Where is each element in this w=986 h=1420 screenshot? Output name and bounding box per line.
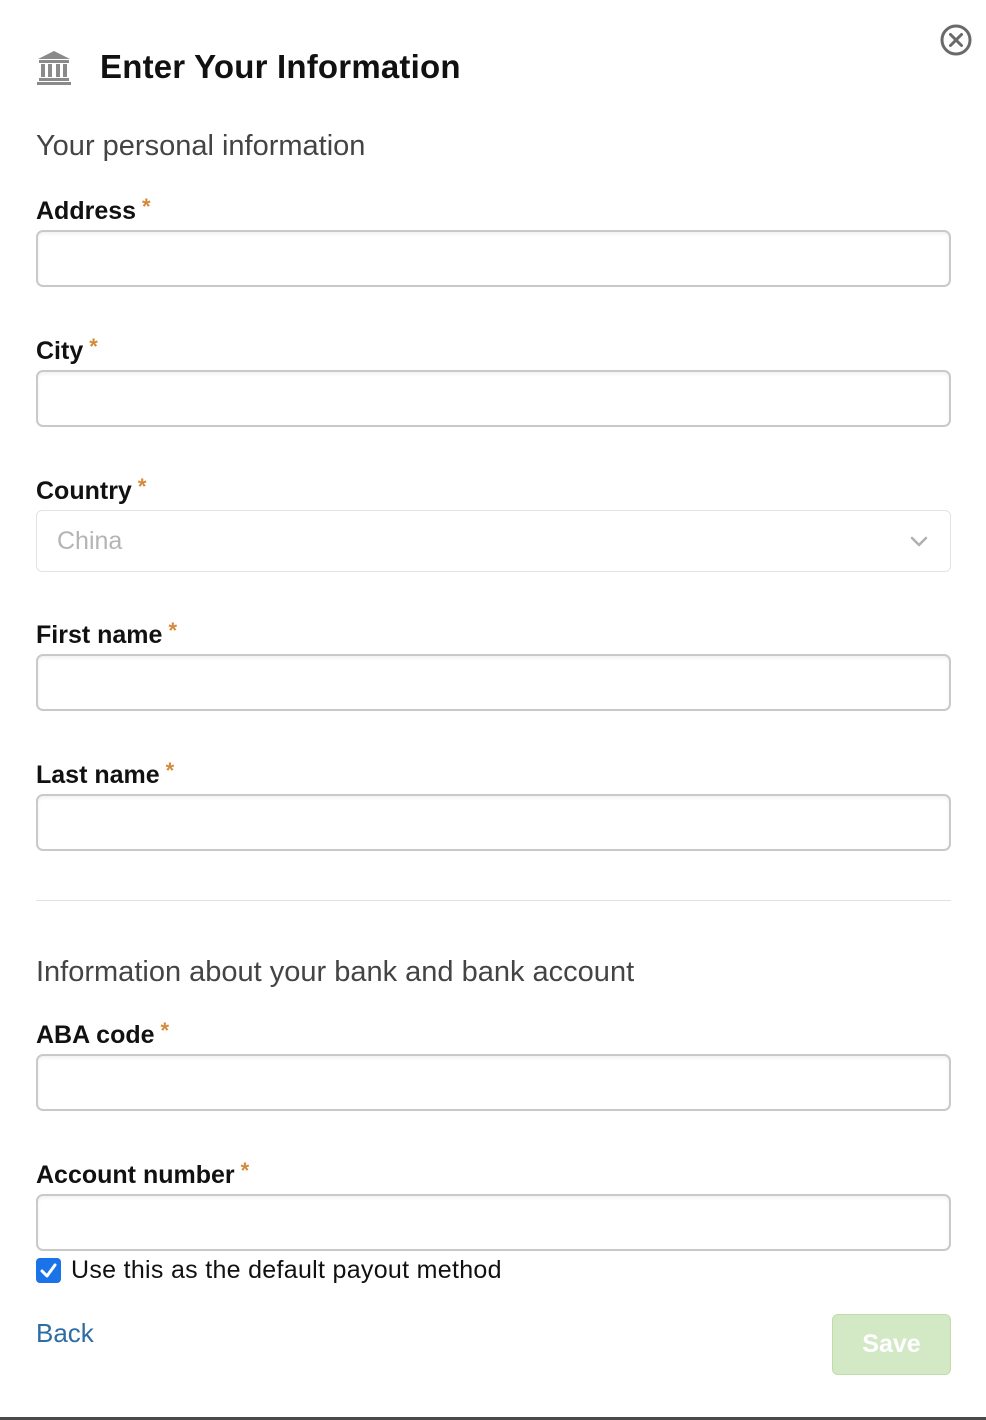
default-payout-checkbox[interactable]: [36, 1258, 61, 1283]
city-input[interactable]: [36, 370, 951, 427]
last-name-label: Last name *: [36, 758, 175, 789]
section-divider: [36, 900, 951, 901]
checkmark-icon: [40, 1263, 57, 1278]
last-name-input[interactable]: [36, 794, 951, 851]
required-marker: *: [160, 1018, 170, 1043]
required-marker: *: [168, 618, 177, 643]
address-input[interactable]: [36, 230, 951, 287]
country-select[interactable]: China: [36, 510, 951, 572]
modal-title: Enter Your Information: [100, 48, 461, 85]
required-marker: *: [165, 758, 175, 783]
payout-info-modal: Enter Your Information Your personal inf…: [0, 0, 986, 1420]
address-label: Address *: [36, 194, 151, 225]
save-button[interactable]: Save: [832, 1314, 951, 1375]
back-link[interactable]: Back: [36, 1318, 94, 1349]
aba-code-input[interactable]: [36, 1054, 951, 1111]
country-select-value: China: [57, 526, 123, 555]
modal-header: Enter Your Information: [36, 40, 461, 94]
chevron-down-icon: [910, 536, 928, 547]
required-marker: *: [142, 194, 151, 219]
aba-code-label: ABA code *: [36, 1018, 170, 1049]
account-number-input[interactable]: [36, 1194, 951, 1251]
account-number-label: Account number *: [36, 1158, 250, 1189]
first-name-label: First name *: [36, 618, 177, 649]
default-payout-row: Use this as the default payout method: [36, 1256, 502, 1285]
default-payout-label: Use this as the default payout method: [71, 1256, 502, 1284]
personal-section-title: Your personal information: [36, 130, 366, 162]
country-label: Country *: [36, 474, 147, 505]
bank-section-title: Information about your bank and bank acc…: [36, 956, 635, 988]
city-label: City *: [36, 334, 98, 365]
close-icon: [940, 24, 972, 56]
required-marker: *: [240, 1158, 250, 1183]
required-marker: *: [137, 474, 147, 499]
required-marker: *: [89, 334, 98, 359]
first-name-input[interactable]: [36, 654, 951, 711]
close-button[interactable]: [939, 23, 973, 57]
bank-icon: [37, 51, 71, 85]
